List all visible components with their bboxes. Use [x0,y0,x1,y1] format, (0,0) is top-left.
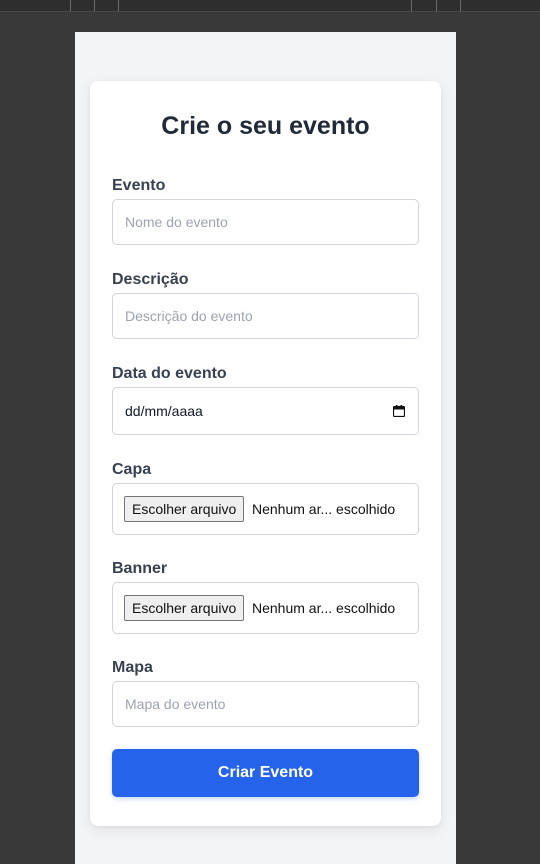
capa-choose-file-button[interactable]: Escolher arquivo [124,496,245,522]
banner-choose-file-button[interactable]: Escolher arquivo [124,595,245,621]
banner-file-status: Nenhum ar... escolhido [252,600,396,616]
page-viewport: Crie o seu evento Evento Nome do evento … [75,32,456,864]
devtools-toolbar [0,0,540,12]
evento-input[interactable]: Nome do evento [112,199,419,245]
toolbar-divider [460,0,461,11]
toolbar-divider [70,0,71,11]
date-input[interactable]: dd/mm/aaaa [112,387,419,435]
toolbar-divider [436,0,437,11]
banner-file-input[interactable]: Escolher arquivo Nenhum ar... escolhido [112,582,419,634]
page-title: Crie o seu evento [161,112,370,140]
data-label: Data do evento [112,365,227,382]
descricao-label: Descrição [112,271,189,288]
capa-label: Capa [112,461,152,478]
banner-label: Banner [112,560,168,577]
evento-label: Evento [112,177,166,194]
toolbar-divider [411,0,412,11]
capa-file-status: Nenhum ar... escolhido [252,501,396,517]
descricao-placeholder: Descrição do evento [125,308,253,324]
mapa-label: Mapa [112,659,153,676]
capa-file-input[interactable]: Escolher arquivo Nenhum ar... escolhido [112,483,419,535]
descricao-input[interactable]: Descrição do evento [112,293,419,339]
create-event-button[interactable]: Criar Evento [112,749,419,797]
mapa-input[interactable]: Mapa do evento [112,681,419,727]
mapa-placeholder: Mapa do evento [125,696,226,712]
toolbar-divider [118,0,119,11]
toolbar-divider [94,0,95,11]
date-format-text: dd/mm/aaaa [125,403,203,419]
calendar-icon[interactable] [393,405,405,417]
event-form-card: Crie o seu evento Evento Nome do evento … [90,81,441,826]
evento-placeholder: Nome do evento [125,214,228,230]
